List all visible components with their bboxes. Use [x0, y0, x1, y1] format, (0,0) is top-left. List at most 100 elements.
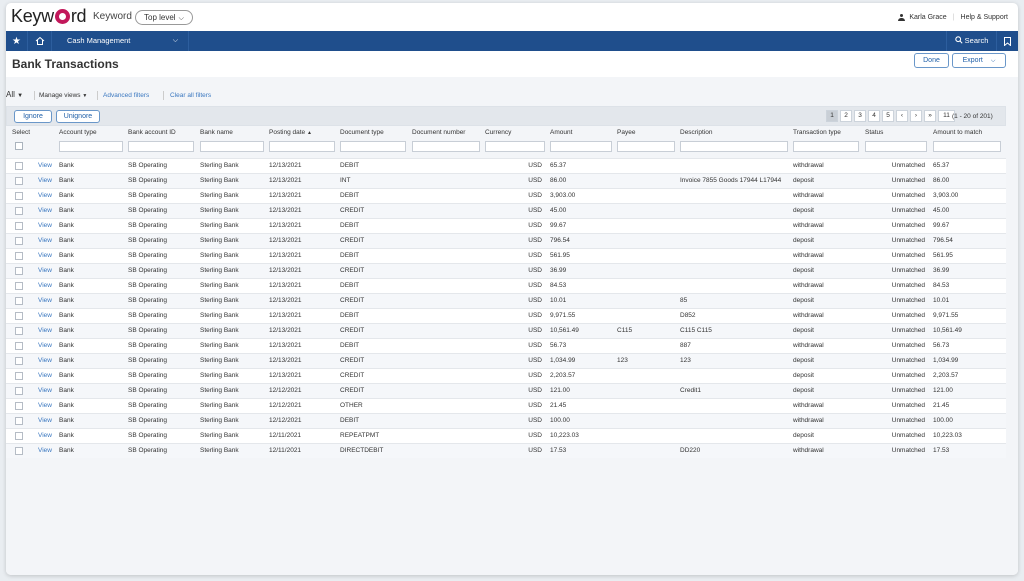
col-document-type[interactable]: Document type [340, 129, 384, 136]
cell-bank-name: Sterling Bank [200, 327, 239, 334]
view-link[interactable]: View [38, 282, 52, 289]
filter-transaction-type-input[interactable] [793, 141, 859, 152]
row-checkbox[interactable] [15, 177, 23, 185]
view-link[interactable]: View [38, 192, 52, 199]
view-link[interactable]: View [38, 357, 52, 364]
cell-currency: USD [528, 162, 542, 169]
unignore-button[interactable]: Unignore [56, 110, 100, 123]
filter-bank-account-id-input[interactable] [128, 141, 194, 152]
col-status[interactable]: Status [865, 129, 883, 136]
filter-amount-input[interactable] [550, 141, 612, 152]
entity-selector[interactable]: Top level ⌵ [135, 10, 193, 25]
select-all-checkbox[interactable] [15, 142, 23, 150]
view-link[interactable]: View [38, 387, 52, 394]
view-link[interactable]: View [38, 162, 52, 169]
view-link[interactable]: View [38, 447, 52, 454]
filter-description-input[interactable] [680, 141, 788, 152]
cell-amount: 2,203.57 [550, 372, 576, 379]
row-checkbox[interactable] [15, 387, 23, 395]
page-2-button[interactable]: 2 [840, 110, 852, 122]
filter-posting-date-input[interactable] [269, 141, 335, 152]
row-checkbox[interactable] [15, 222, 23, 230]
col-bank-account-id[interactable]: Bank account ID [128, 129, 176, 136]
ignore-button[interactable]: Ignore [14, 110, 52, 123]
export-button[interactable]: Export ⌵ [952, 53, 1006, 68]
col-amount-to-match[interactable]: Amount to match [933, 129, 982, 136]
row-checkbox[interactable] [15, 432, 23, 440]
col-document-number[interactable]: Document number [412, 129, 465, 136]
col-bank-name[interactable]: Bank name [200, 129, 233, 136]
filter-document-type-input[interactable] [340, 141, 406, 152]
filter-status-input[interactable] [865, 141, 927, 152]
view-link[interactable]: View [38, 432, 52, 439]
view-link[interactable]: View [38, 177, 52, 184]
filter-bank-name-input[interactable] [200, 141, 264, 152]
filter-currency-input[interactable] [485, 141, 545, 152]
cell-amount-to-match: 10,561.49 [933, 327, 962, 334]
record-range: (1 - 20 of 201) [952, 113, 993, 120]
view-selector[interactable]: All ▼ [6, 90, 23, 99]
page-5-button[interactable]: 5 [882, 110, 894, 122]
row-checkbox[interactable] [15, 447, 23, 455]
view-link[interactable]: View [38, 267, 52, 274]
filter-amount-to-match-input[interactable] [933, 141, 1001, 152]
module-menu[interactable]: Cash Management ⌵ [52, 31, 189, 51]
view-link[interactable]: View [38, 327, 52, 334]
row-checkbox[interactable] [15, 342, 23, 350]
col-transaction-type[interactable]: Transaction type [793, 129, 841, 136]
view-link[interactable]: View [38, 207, 52, 214]
view-link[interactable]: View [38, 237, 52, 244]
row-checkbox[interactable] [15, 297, 23, 305]
cell-currency: USD [528, 297, 542, 304]
view-link[interactable]: View [38, 252, 52, 259]
col-currency[interactable]: Currency [485, 129, 511, 136]
row-checkbox[interactable] [15, 372, 23, 380]
row-checkbox[interactable] [15, 252, 23, 260]
filter-account-type-input[interactable] [59, 141, 123, 152]
row-checkbox[interactable] [15, 237, 23, 245]
next-page-button[interactable]: › [910, 110, 922, 122]
advanced-filters-link[interactable]: Advanced filters [103, 92, 149, 99]
bookmark-icon[interactable] [996, 31, 1018, 51]
clear-filters-link[interactable]: Clear all filters [170, 92, 211, 99]
row-checkbox[interactable] [15, 267, 23, 275]
page-4-button[interactable]: 4 [868, 110, 880, 122]
help-link[interactable]: Help & Support [961, 14, 1008, 21]
cell-description: 85 [680, 297, 688, 304]
view-link[interactable]: View [38, 372, 52, 379]
view-link[interactable]: View [38, 402, 52, 409]
row-checkbox[interactable] [15, 192, 23, 200]
page-3-button[interactable]: 3 [854, 110, 866, 122]
home-icon[interactable] [28, 31, 52, 51]
view-link[interactable]: View [38, 342, 52, 349]
user-name[interactable]: Karla Grace [909, 14, 946, 21]
prev-page-button[interactable]: ‹ [896, 110, 908, 122]
view-link[interactable]: View [38, 297, 52, 304]
last-page-button[interactable]: » [924, 110, 936, 122]
col-account-type[interactable]: Account type [59, 129, 97, 136]
star-icon[interactable]: ★ [6, 31, 28, 51]
col-posting-date[interactable]: Posting date ▲ [269, 129, 312, 136]
row-checkbox[interactable] [15, 207, 23, 215]
cell-bank-account-id: SB Operating [128, 372, 168, 379]
col-amount[interactable]: Amount [550, 129, 572, 136]
manage-views-menu[interactable]: Manage views ▼ [39, 92, 87, 99]
cell-amount: 3,903.00 [550, 192, 576, 199]
search-button[interactable]: Search [946, 31, 996, 51]
col-payee[interactable]: Payee [617, 129, 635, 136]
row-checkbox[interactable] [15, 282, 23, 290]
row-checkbox[interactable] [15, 417, 23, 425]
view-link[interactable]: View [38, 417, 52, 424]
row-checkbox[interactable] [15, 357, 23, 365]
view-link[interactable]: View [38, 312, 52, 319]
view-link[interactable]: View [38, 222, 52, 229]
filter-payee-input[interactable] [617, 141, 675, 152]
done-button[interactable]: Done [914, 53, 949, 68]
row-checkbox[interactable] [15, 312, 23, 320]
row-checkbox[interactable] [15, 327, 23, 335]
page-1-button[interactable]: 1 [826, 110, 838, 122]
col-description[interactable]: Description [680, 129, 713, 136]
row-checkbox[interactable] [15, 162, 23, 170]
row-checkbox[interactable] [15, 402, 23, 410]
filter-document-number-input[interactable] [412, 141, 480, 152]
